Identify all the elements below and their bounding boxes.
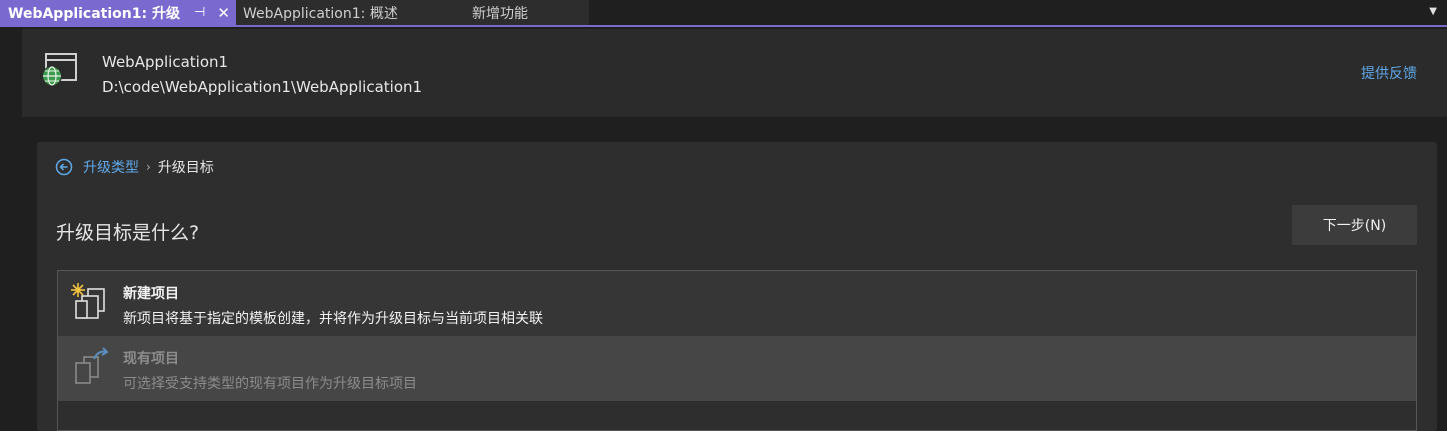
project-path: D:\code\WebApplication1\WebApplication1 bbox=[102, 78, 423, 96]
back-arrow-circle-icon[interactable] bbox=[55, 158, 73, 176]
option-new-project[interactable]: 新建项目 新项目将基于指定的模板创建，并将作为升级目标与当前项目相关联 bbox=[58, 271, 1416, 336]
feedback-link[interactable]: 提供反馈 bbox=[1361, 63, 1417, 83]
option-title: 新建项目 bbox=[123, 286, 179, 302]
web-project-globe-icon bbox=[42, 53, 77, 86]
tab-upgrade[interactable]: WebApplication1: 升级 ⊣ ✕ bbox=[0, 0, 236, 25]
tab-whats-new[interactable]: 新增功能 bbox=[466, 0, 589, 25]
upgrade-target-panel: 升级类型 › 升级目标 升级目标是什么? 下一步(N) 新建项目 新项目将基于指… bbox=[37, 142, 1437, 431]
tab-whats-new-label: 新增功能 bbox=[472, 5, 528, 22]
target-options-list: 新建项目 新项目将基于指定的模板创建，并将作为升级目标与当前项目相关联 现有项目… bbox=[57, 270, 1417, 431]
existing-project-icon bbox=[75, 347, 109, 384]
project-header: WebApplication1 D:\code\WebApplication1\… bbox=[22, 29, 1447, 117]
breadcrumb: 升级类型 › 升级目标 bbox=[55, 157, 214, 177]
option-title: 现有项目 bbox=[123, 351, 179, 367]
tab-upgrade-label: WebApplication1: 升级 bbox=[8, 5, 180, 22]
new-project-icon bbox=[71, 283, 105, 319]
document-tab-bar: WebApplication1: 升级 ⊣ ✕ WebApplication1:… bbox=[0, 0, 1447, 27]
option-description: 可选择受支持类型的现有项目作为升级目标项目 bbox=[123, 376, 417, 392]
tab-overview[interactable]: WebApplication1: 概述 bbox=[236, 0, 466, 25]
page-title: 升级目标是什么? bbox=[56, 222, 200, 244]
breadcrumb-upgrade-target: 升级目标 bbox=[157, 160, 214, 176]
project-name: WebApplication1 bbox=[102, 53, 229, 71]
tab-overview-label: WebApplication1: 概述 bbox=[243, 5, 398, 22]
option-existing-project[interactable]: 现有项目 可选择受支持类型的现有项目作为升级目标项目 bbox=[58, 336, 1416, 401]
tab-list-dropdown-icon[interactable]: ▼ bbox=[1429, 6, 1437, 17]
pin-icon[interactable]: ⊣ bbox=[194, 5, 205, 20]
breadcrumb-separator: › bbox=[146, 160, 151, 174]
breadcrumb-upgrade-type[interactable]: 升级类型 bbox=[83, 157, 139, 177]
close-icon[interactable]: ✕ bbox=[217, 4, 230, 22]
next-button[interactable]: 下一步(N) bbox=[1292, 205, 1417, 245]
option-description: 新项目将基于指定的模板创建，并将作为升级目标与当前项目相关联 bbox=[123, 311, 543, 327]
